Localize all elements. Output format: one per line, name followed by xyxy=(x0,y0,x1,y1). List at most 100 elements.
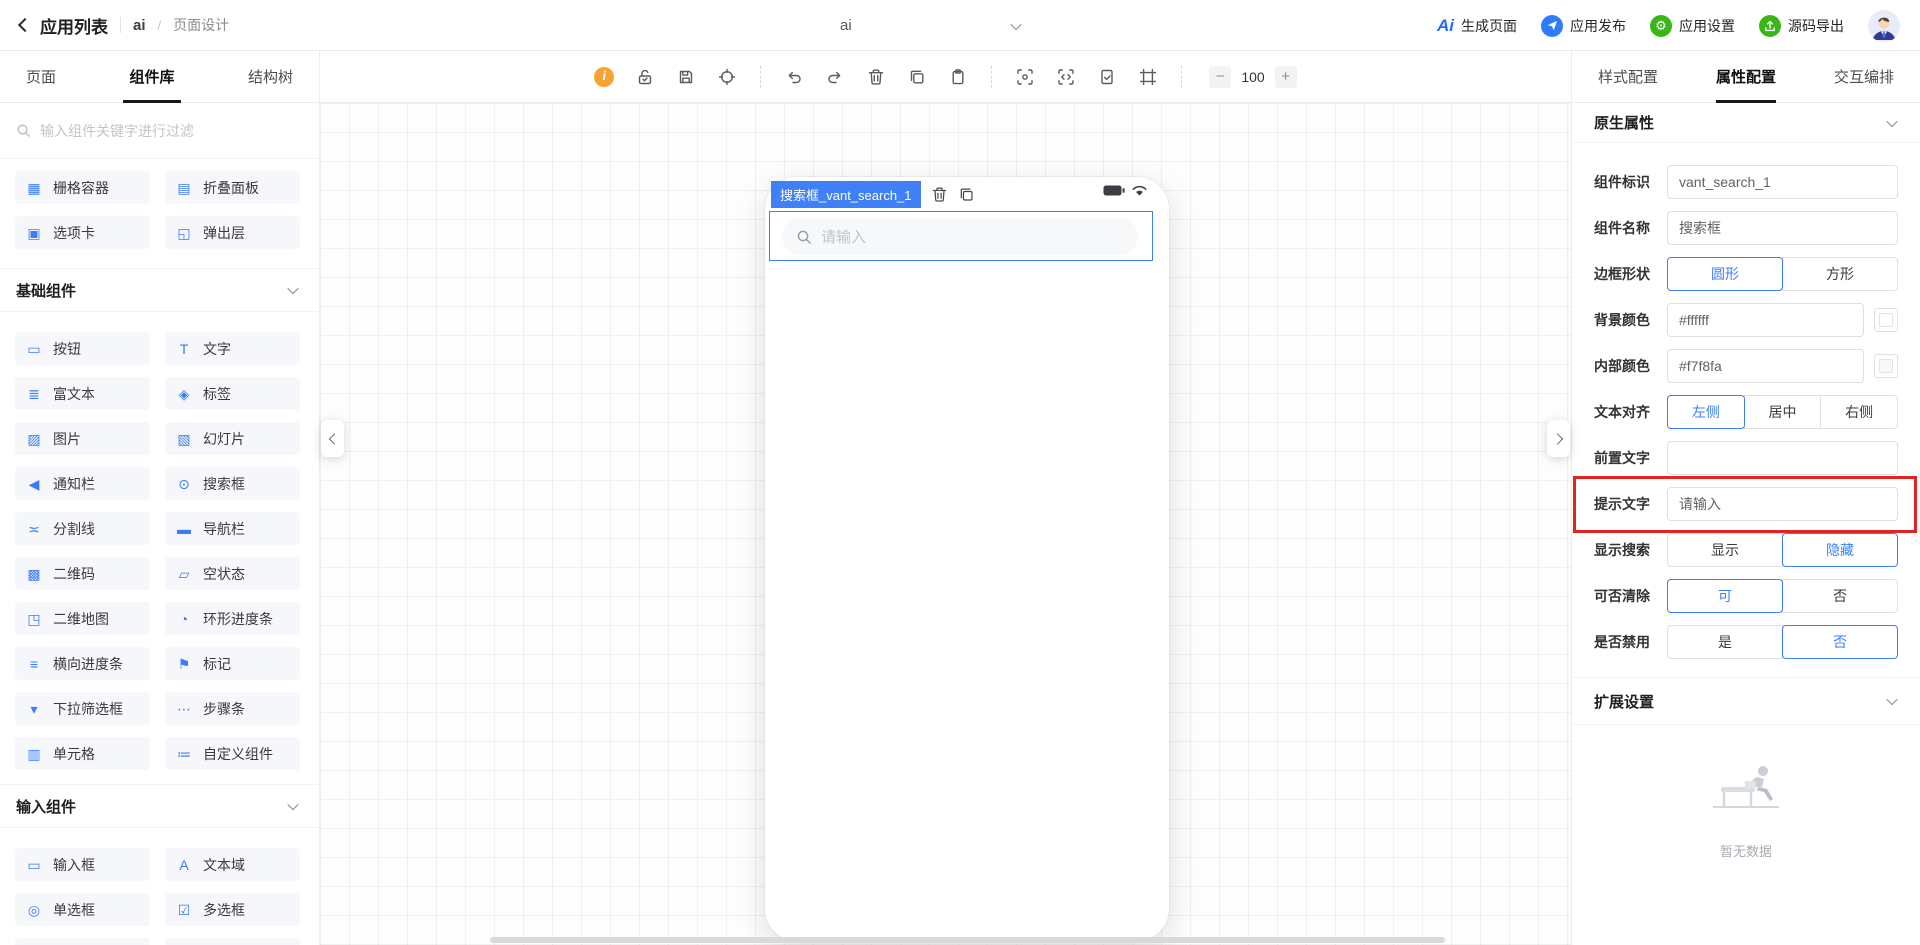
chevron-down-icon xyxy=(1886,693,1898,706)
tab-props-config[interactable]: 属性配置 xyxy=(1716,51,1776,103)
zoom-in-button[interactable]: + xyxy=(1274,65,1297,88)
selected-component-chip[interactable]: 搜索框_vant_search_1 xyxy=(771,181,921,208)
component-item-button[interactable]: ▭ 按钮 xyxy=(15,332,150,365)
option-round[interactable]: 圆形 xyxy=(1667,257,1783,291)
component-item-divider[interactable]: ≍ 分割线 xyxy=(15,512,150,545)
delete-component-icon[interactable] xyxy=(931,186,948,203)
basic-components-grid: ▭ 按钮 T 文字 ≣ 富文本 ◈ 标签 ▨ 图片 ▧ 幻灯片 ◀ 通知栏 ⊙ 搜索框 ≍ 分割线… xyxy=(0,312,319,784)
doc-check-icon[interactable] xyxy=(1097,67,1117,87)
widget-id-input[interactable] xyxy=(1667,165,1898,199)
option-right[interactable]: 右侧 xyxy=(1820,395,1899,429)
component-item-circle-progress[interactable]: ◔ 环形进度条 xyxy=(165,602,300,635)
redo-icon[interactable] xyxy=(825,67,845,87)
design-canvas[interactable]: 搜索框_vant_search_1 请输入 xyxy=(320,103,1571,945)
option-yes[interactable]: 可 xyxy=(1667,579,1783,613)
component-item-checkbox[interactable]: ☑ 多选框 xyxy=(165,893,300,926)
section-basic-components[interactable]: 基础组件 xyxy=(0,268,319,312)
layout-components-grid: ▦ 栅格容器 ▤ 折叠面板 ▣ 选项卡 ◱ 弹出层 xyxy=(0,159,319,263)
option-no[interactable]: 否 xyxy=(1782,579,1898,613)
option-square[interactable]: 方形 xyxy=(1782,257,1898,291)
component-item-navbar[interactable]: ▬ 导航栏 xyxy=(165,512,300,545)
undo-icon[interactable] xyxy=(784,67,804,87)
collapse-panel-toggle[interactable] xyxy=(1547,420,1570,457)
component-item-radio[interactable]: ◎ 单选框 xyxy=(15,893,150,926)
component-item-custom[interactable]: ≔ 自定义组件 xyxy=(165,737,300,770)
tab-style-config[interactable]: 样式配置 xyxy=(1598,51,1658,103)
component-item-popup[interactable]: ◱ 弹出层 xyxy=(165,216,300,249)
tab-interaction-config[interactable]: 交互编排 xyxy=(1834,51,1894,103)
component-item-textarea[interactable]: A 文本域 xyxy=(165,848,300,881)
component-item-empty-state[interactable]: ▱ 空状态 xyxy=(165,557,300,590)
component-item-marker[interactable]: ⚑ 标记 xyxy=(165,647,300,680)
component-item-partial[interactable] xyxy=(165,938,300,945)
back-app-list[interactable]: 应用列表 xyxy=(40,13,108,38)
option-no[interactable]: 否 xyxy=(1782,625,1898,659)
selection-toolbar: 搜索框_vant_search_1 xyxy=(771,181,975,208)
search-component-selected[interactable]: 请输入 xyxy=(769,211,1153,261)
inner-color-swatch[interactable] xyxy=(1874,354,1898,378)
component-item-searchbox[interactable]: ⊙ 搜索框 xyxy=(165,467,300,500)
component-item-tag[interactable]: ◈ 标签 xyxy=(165,377,300,410)
app-settings-button[interactable]: ⚙ 应用设置 xyxy=(1650,14,1735,37)
option-yes[interactable]: 是 xyxy=(1667,625,1783,659)
tab-structure-tree[interactable]: 结构树 xyxy=(248,51,293,103)
back-icon[interactable] xyxy=(17,17,33,33)
component-item-qrcode[interactable]: ▩ 二维码 xyxy=(15,557,150,590)
section-extend-settings[interactable]: 扩展设置 xyxy=(1572,677,1920,725)
section-native-props[interactable]: 原生属性 xyxy=(1572,103,1920,143)
component-item-map[interactable]: ◳ 二维地图 xyxy=(15,602,150,635)
copy-icon[interactable] xyxy=(907,67,927,87)
unlock-icon[interactable] xyxy=(635,67,655,87)
component-item-grid-container[interactable]: ▦ 栅格容器 xyxy=(15,171,150,204)
bg-color-input[interactable] xyxy=(1667,303,1864,337)
app-publish-button[interactable]: 应用发布 xyxy=(1541,14,1626,37)
zoom-out-button[interactable]: − xyxy=(1209,65,1232,88)
paste-icon[interactable] xyxy=(948,67,968,87)
placeholder-text-input[interactable] xyxy=(1667,487,1898,521)
page-selector-dropdown[interactable]: ai xyxy=(840,0,1022,51)
empty-illustration xyxy=(1713,766,1779,808)
duplicate-component-icon[interactable] xyxy=(958,186,975,203)
horizontal-scrollbar[interactable] xyxy=(490,937,1445,943)
code-scan-icon[interactable] xyxy=(1056,67,1076,87)
delete-icon[interactable] xyxy=(866,67,886,87)
component-item-noticebar[interactable]: ◀ 通知栏 xyxy=(15,467,150,500)
option-left[interactable]: 左侧 xyxy=(1667,395,1745,429)
frame-crop-icon[interactable] xyxy=(1138,67,1158,87)
speaker-icon: ◀ xyxy=(28,475,40,492)
preview-scan-icon[interactable] xyxy=(1015,67,1035,87)
collapse-sidebar-toggle[interactable] xyxy=(321,420,344,457)
breadcrumb-app[interactable]: ai xyxy=(133,17,146,34)
section-input-components[interactable]: 输入组件 xyxy=(0,784,319,828)
save-icon[interactable] xyxy=(676,67,696,87)
component-item-progress-bar[interactable]: ≡ 横向进度条 xyxy=(15,647,150,680)
user-avatar[interactable] xyxy=(1868,9,1900,42)
option-center[interactable]: 居中 xyxy=(1743,395,1822,429)
tab-component-library[interactable]: 组件库 xyxy=(129,51,174,103)
component-item-partial[interactable] xyxy=(15,938,150,945)
component-item-richtext[interactable]: ≣ 富文本 xyxy=(15,377,150,410)
widget-name-input[interactable] xyxy=(1667,211,1898,245)
field-label: 组件名称 xyxy=(1594,220,1650,236)
generate-page-button[interactable]: Ai 生成页面 xyxy=(1437,16,1517,36)
source-export-button[interactable]: 源码导出 xyxy=(1759,14,1844,37)
option-hide[interactable]: 隐藏 xyxy=(1782,533,1898,567)
prefix-text-input[interactable] xyxy=(1667,441,1898,475)
component-item-swipe[interactable]: ▧ 幻灯片 xyxy=(165,422,300,455)
component-item-image[interactable]: ▨ 图片 xyxy=(15,422,150,455)
bg-color-swatch[interactable] xyxy=(1874,308,1898,332)
component-item-dropdown-filter[interactable]: ▾ 下拉筛选框 xyxy=(15,692,150,725)
component-item-collapse-panel[interactable]: ▤ 折叠面板 xyxy=(165,171,300,204)
component-item-input[interactable]: ▭ 输入框 xyxy=(15,848,150,881)
info-icon[interactable]: i xyxy=(594,66,615,87)
chevron-right-icon xyxy=(1551,432,1563,445)
component-item-text[interactable]: T 文字 xyxy=(165,332,300,365)
tab-pages[interactable]: 页面 xyxy=(26,51,56,103)
locate-target-icon[interactable] xyxy=(717,67,737,87)
component-item-cell[interactable]: ▥ 单元格 xyxy=(15,737,150,770)
option-show[interactable]: 显示 xyxy=(1667,533,1783,567)
inner-color-input[interactable] xyxy=(1667,349,1864,383)
component-item-tabs[interactable]: ▣ 选项卡 xyxy=(15,216,150,249)
component-item-steps[interactable]: ⋯ 步骤条 xyxy=(165,692,300,725)
component-search-input[interactable] xyxy=(40,122,303,139)
